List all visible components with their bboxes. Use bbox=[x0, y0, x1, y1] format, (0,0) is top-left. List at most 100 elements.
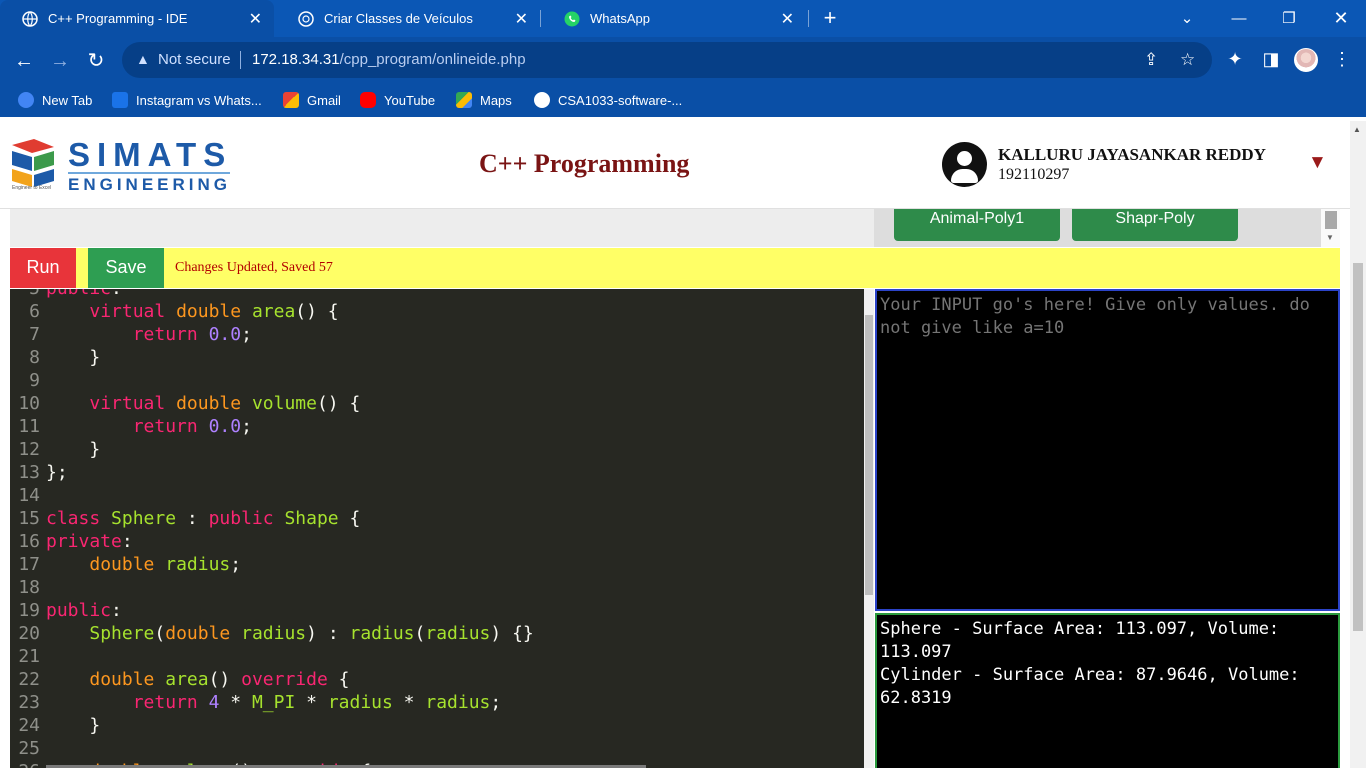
close-icon[interactable]: ✕ bbox=[515, 9, 528, 29]
bookmarks-bar: New Tab Instagram vs Whats... Gmail YouT… bbox=[0, 85, 1366, 117]
line-number: 11 bbox=[18, 416, 40, 437]
tab-separator bbox=[540, 10, 541, 27]
input-placeholder: Your INPUT go's here! Give only values. … bbox=[880, 295, 1321, 338]
browser-tab-strip: C++ Programming - IDE ✕ Criar Classes de… bbox=[0, 0, 1366, 37]
url-text[interactable]: 172.18.34.31/cpp_program/onlineide.php bbox=[252, 51, 526, 68]
tab-criar-classes[interactable]: Criar Classes de Veículos ✕ bbox=[276, 0, 540, 37]
divider bbox=[240, 51, 241, 69]
web-page: SIMATS ENGINEERING Engineer to Excel C++… bbox=[0, 121, 1350, 768]
maps-icon bbox=[456, 92, 472, 108]
browser-toolbar: ← → ↻ ▲ Not secure 172.18.34.31/cpp_prog… bbox=[0, 37, 1366, 85]
avatar-head bbox=[957, 151, 972, 166]
program-input-textarea[interactable]: Your INPUT go's here! Give only values. … bbox=[875, 289, 1340, 611]
close-icon[interactable]: ✕ bbox=[781, 9, 794, 29]
bookmark-gmail[interactable]: Gmail bbox=[283, 92, 341, 108]
scroll-thumb[interactable] bbox=[865, 315, 873, 595]
star-icon[interactable]: ☆ bbox=[1180, 50, 1195, 70]
side-panel-icon[interactable]: ◨ bbox=[1259, 49, 1283, 70]
logo-tagline: Engineer to Excel bbox=[12, 185, 52, 191]
back-arrow-icon[interactable]: ← bbox=[12, 49, 36, 73]
forward-arrow-icon[interactable]: → bbox=[48, 49, 72, 73]
logo-underline bbox=[68, 172, 230, 174]
line-number: 10 bbox=[18, 393, 40, 414]
line-number: 25 bbox=[18, 738, 40, 759]
saved-programs-bar: Animal-Poly1 Shapr-Poly ▼ bbox=[10, 209, 1340, 247]
tab-search-chevron-icon[interactable]: ⌄ bbox=[1164, 0, 1210, 37]
bookmark-new-tab[interactable]: New Tab bbox=[18, 92, 92, 108]
tab-title: WhatsApp bbox=[590, 11, 650, 26]
reload-icon[interactable]: ↻ bbox=[84, 49, 108, 73]
scroll-thumb[interactable] bbox=[1353, 263, 1363, 631]
url-host: 172.18.34.31 bbox=[252, 51, 340, 68]
share-icon[interactable]: ⇪ bbox=[1144, 50, 1158, 70]
code-text: return 0.0; bbox=[132, 416, 252, 437]
bookmark-label: CSA1033-software-... bbox=[558, 92, 683, 108]
line-number: 26 bbox=[10, 760, 40, 768]
program-button-animal-poly1[interactable]: Animal-Poly1 bbox=[894, 209, 1060, 241]
menu-kebab-icon[interactable]: ⋮ bbox=[1330, 49, 1354, 70]
tab-title: Criar Classes de Veículos bbox=[324, 11, 473, 26]
save-status-message: Changes Updated, Saved 57 bbox=[175, 260, 333, 275]
save-button[interactable]: Save bbox=[88, 248, 164, 288]
run-button[interactable]: Run bbox=[10, 248, 76, 288]
code-editor[interactable]: 26 double volume() override {2524 }23 re… bbox=[10, 289, 864, 768]
scroll-down-arrow-icon[interactable]: ▼ bbox=[1326, 233, 1334, 242]
line-number: 12 bbox=[18, 439, 40, 460]
code-line: 15 class Sphere : public Shape { bbox=[10, 507, 864, 530]
globe-icon bbox=[22, 10, 38, 27]
logo-wordmark: SIMATS bbox=[68, 136, 233, 173]
avatar-body bbox=[951, 169, 978, 183]
code-text: return 4 * M_PI * radius * radius; bbox=[132, 692, 502, 713]
editor-vertical-scrollbar[interactable] bbox=[864, 289, 874, 768]
tab-title: C++ Programming - IDE bbox=[48, 11, 188, 26]
profile-avatar[interactable] bbox=[1294, 48, 1318, 72]
scroll-thumb[interactable] bbox=[1325, 211, 1337, 229]
tab-cpp-ide[interactable]: C++ Programming - IDE ✕ bbox=[0, 0, 274, 37]
extensions-puzzle-icon[interactable]: ✦ bbox=[1223, 49, 1247, 70]
address-bar[interactable]: ▲ Not secure 172.18.34.31/cpp_program/on… bbox=[122, 42, 1212, 78]
user-name: KALLURU JAYASANKAR REDDY bbox=[998, 145, 1266, 164]
bookmark-maps[interactable]: Maps bbox=[456, 92, 512, 108]
code-text: class Sphere : public Shape { bbox=[46, 508, 361, 529]
security-label[interactable]: Not secure bbox=[158, 51, 231, 68]
bookmark-instagram-vs-whatsapp[interactable]: Instagram vs Whats... bbox=[112, 92, 262, 108]
program-output-text: Sphere - Surface Area: 113.097, Volume: … bbox=[880, 619, 1300, 708]
code-line: 20 Sphere(double radius) : radius(radius… bbox=[10, 622, 864, 645]
site-header: SIMATS ENGINEERING Engineer to Excel C++… bbox=[0, 121, 1350, 209]
minimize-icon[interactable]: — bbox=[1216, 0, 1262, 37]
line-number: 19 bbox=[18, 600, 40, 621]
code-line: 21 bbox=[10, 645, 864, 668]
tab-whatsapp[interactable]: WhatsApp ✕ bbox=[542, 0, 806, 37]
logo-subword: ENGINEERING bbox=[68, 175, 232, 194]
program-button-shapr-poly[interactable]: Shapr-Poly bbox=[1072, 209, 1238, 241]
line-number: 20 bbox=[18, 623, 40, 644]
user-id: 192110297 bbox=[998, 166, 1070, 183]
line-number: 24 bbox=[18, 715, 40, 736]
cube-icon bbox=[112, 92, 128, 108]
window-close-icon[interactable]: ✕ bbox=[1318, 0, 1364, 37]
line-number: 17 bbox=[18, 554, 40, 575]
program-output-panel: Sphere - Surface Area: 113.097, Volume: … bbox=[875, 613, 1340, 768]
code-line: 9 bbox=[10, 369, 864, 392]
programs-scrollbar[interactable]: ▼ bbox=[1320, 209, 1340, 247]
bookmark-github[interactable]: CSA1033-software-... bbox=[534, 92, 682, 108]
user-avatar-icon[interactable] bbox=[942, 142, 987, 187]
code-text: public: bbox=[46, 289, 122, 299]
code-line: 24 } bbox=[10, 714, 864, 737]
page-scrollbar[interactable]: ▲ bbox=[1350, 121, 1366, 768]
bookmark-youtube[interactable]: YouTube bbox=[360, 92, 435, 108]
code-line: 10 virtual double volume() { bbox=[10, 392, 864, 415]
line-number: 22 bbox=[18, 669, 40, 690]
line-number: 21 bbox=[18, 646, 40, 667]
user-menu-caret-icon[interactable]: ▼ bbox=[1308, 152, 1327, 174]
close-icon[interactable]: ✕ bbox=[249, 9, 262, 29]
gmail-icon bbox=[283, 92, 299, 108]
line-number: 5 bbox=[10, 289, 40, 300]
code-line: 14 bbox=[10, 484, 864, 507]
github-icon bbox=[534, 92, 550, 108]
restore-icon[interactable]: ❐ bbox=[1266, 0, 1312, 37]
action-bar: Run Save Changes Updated, Saved 57 bbox=[10, 248, 1340, 288]
new-tab-plus-icon[interactable]: + bbox=[818, 6, 842, 30]
scroll-up-arrow-icon[interactable]: ▲ bbox=[1353, 125, 1361, 134]
code-line: 16 private: bbox=[10, 530, 864, 553]
